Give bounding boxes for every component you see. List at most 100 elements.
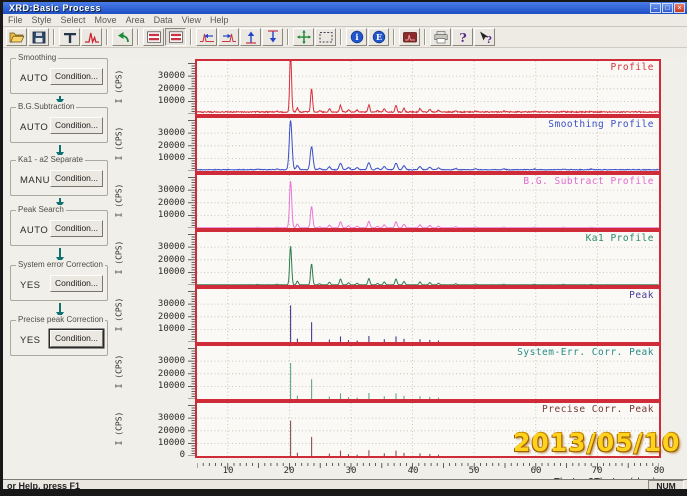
plot-panel-b-g-subtract-profile: B.G. Subtract Profile	[195, 173, 661, 230]
undo-icon	[115, 30, 131, 44]
y-tick-label: 30000	[133, 71, 185, 81]
maximize-button[interactable]: □	[662, 3, 673, 13]
y-tick-label: 10000	[133, 210, 185, 220]
menu-style[interactable]: Style	[32, 15, 52, 25]
y-axis-title: I (CPS)	[115, 401, 126, 457]
toolbar-help-button[interactable]: ?	[452, 28, 473, 46]
toolbar-rows-layout-button[interactable]	[143, 28, 164, 46]
y-tick-label: 30000	[133, 299, 185, 309]
axis-setup-icon	[62, 30, 78, 44]
menu-select[interactable]: Select	[61, 15, 86, 25]
status-message: or Help, press F1	[7, 481, 80, 489]
toolbar-move-cross-button[interactable]	[293, 28, 314, 46]
help-icon: ?	[455, 30, 471, 44]
panel-label-ka1-profile: Ka1 Profile	[586, 233, 654, 244]
toolbar-info-1-button[interactable]: i	[346, 28, 367, 46]
toolbar-peak-shift-right-button[interactable]	[218, 28, 239, 46]
y-axis-minor-ticks	[188, 289, 195, 342]
profile-curve-icon	[84, 30, 100, 44]
x-tick-label: 50	[462, 466, 486, 476]
condition-button-ka1-a2-separate[interactable]: Condition...	[50, 170, 103, 187]
toolbar-print-button[interactable]	[430, 28, 451, 46]
step-value: AUTO	[20, 73, 48, 84]
open-icon	[9, 30, 25, 44]
menu-area[interactable]: Area	[126, 15, 145, 25]
window-title: XRD:Basic Process	[3, 3, 101, 13]
toolbar-open-button[interactable]	[6, 28, 27, 46]
y-tick-label: 10000	[133, 153, 185, 163]
svg-text:?: ?	[459, 30, 466, 44]
menu-view[interactable]: View	[182, 15, 201, 25]
y-axis-title: I (CPS)	[115, 230, 126, 286]
close-button[interactable]: ×	[674, 3, 685, 13]
toolbar-axis-setup-button[interactable]	[59, 28, 80, 46]
plot-panel-system-err-corr-peak: System-Err. Corr. Peak	[195, 344, 661, 401]
step-precise-peak-correction: Precise peak CorrectionYESCondition...	[10, 320, 108, 356]
condition-button-smoothing[interactable]: Condition...	[50, 68, 103, 85]
condition-button-peak-search[interactable]: Condition...	[50, 220, 103, 237]
menu-move[interactable]: Move	[95, 15, 117, 25]
y-axis-minor-ticks	[188, 346, 195, 399]
shift-up-icon	[243, 30, 259, 44]
step-value: AUTO	[20, 122, 48, 133]
info-2-icon: E	[371, 30, 387, 44]
toolbar-shift-down-button[interactable]	[262, 28, 283, 46]
step-title: Peak Search	[16, 205, 66, 214]
y-axis-title: I (CPS)	[115, 344, 126, 400]
toolbar-separator	[106, 29, 108, 45]
x-axis-ticks	[197, 458, 659, 466]
y-tick-label: 10000	[133, 438, 185, 448]
menu-help[interactable]: Help	[210, 15, 229, 25]
toolbar-save-button[interactable]	[28, 28, 49, 46]
app-window: XRD:Basic Process –□× File Style Select Mov…	[3, 2, 687, 489]
step-title: Ka1 - a2 Separate	[16, 155, 85, 164]
toolbar-select-area-button[interactable]	[315, 28, 336, 46]
step-title: Precise peak Correction	[16, 315, 105, 324]
condition-button-precise-peak-correction[interactable]: Condition...	[50, 330, 103, 347]
y-tick-label: 20000	[133, 312, 185, 322]
minimize-button[interactable]: –	[650, 3, 661, 13]
x-tick-label: 40	[401, 466, 425, 476]
y-tick-label: 30000	[133, 356, 185, 366]
y-axis-minor-ticks	[188, 232, 195, 285]
toolbar-separator	[190, 29, 192, 45]
toolbar-undo-button[interactable]	[112, 28, 133, 46]
menu-data[interactable]: Data	[154, 15, 173, 25]
menu-file[interactable]: File	[8, 15, 23, 25]
toolbar-red-display-button[interactable]	[399, 28, 420, 46]
svg-text:E: E	[375, 32, 381, 42]
camera-timestamp: 2013/05/10 15:2	[513, 428, 687, 457]
num-lock-indicator: NUM	[648, 480, 684, 489]
condition-button-b-g-subtraction[interactable]: Condition...	[50, 117, 103, 134]
context-help-icon: ?	[477, 30, 493, 44]
toolbar-info-2-button[interactable]: E	[368, 28, 389, 46]
rows-layout-icon	[146, 30, 162, 44]
select-area-icon	[318, 30, 334, 44]
toolbar-shift-up-button[interactable]	[240, 28, 261, 46]
y-axis-minor-ticks	[188, 61, 195, 114]
toolbar-peak-shift-left-button[interactable]	[196, 28, 217, 46]
y-tick-label: 20000	[133, 369, 185, 379]
condition-button-system-error-correction[interactable]: Condition...	[50, 275, 103, 292]
step-peak-search: Peak SearchAUTOCondition...	[10, 210, 108, 246]
toolbar-separator	[340, 29, 342, 45]
y-axis-minor-ticks	[188, 403, 195, 456]
toolbar-separator	[287, 29, 289, 45]
toolbar-rows-layout-active-button[interactable]	[165, 28, 186, 46]
toolbar-profile-curve-button[interactable]	[81, 28, 102, 46]
y-tick-label: 20000	[133, 255, 185, 265]
shift-down-icon	[265, 30, 281, 44]
toolbar-context-help-button[interactable]: ?	[474, 28, 495, 46]
step-value: YES	[20, 335, 41, 346]
peak-shift-right-icon	[221, 30, 237, 44]
y-tick-label: 20000	[133, 426, 185, 436]
x-tick-label: 70	[585, 466, 609, 476]
toolbar-separator	[137, 29, 139, 45]
plot-panel-ka1-profile: Ka1 Profile	[195, 230, 661, 287]
step-title: System error Correction	[16, 260, 105, 269]
y-tick-label: 10000	[133, 381, 185, 391]
y-tick-label: 30000	[133, 413, 185, 423]
y-axis-title: I (CPS)	[115, 59, 126, 115]
print-icon	[433, 30, 449, 44]
process-steps-panel: SmoothingAUTOCondition...B.G.Subtraction…	[7, 58, 111, 480]
